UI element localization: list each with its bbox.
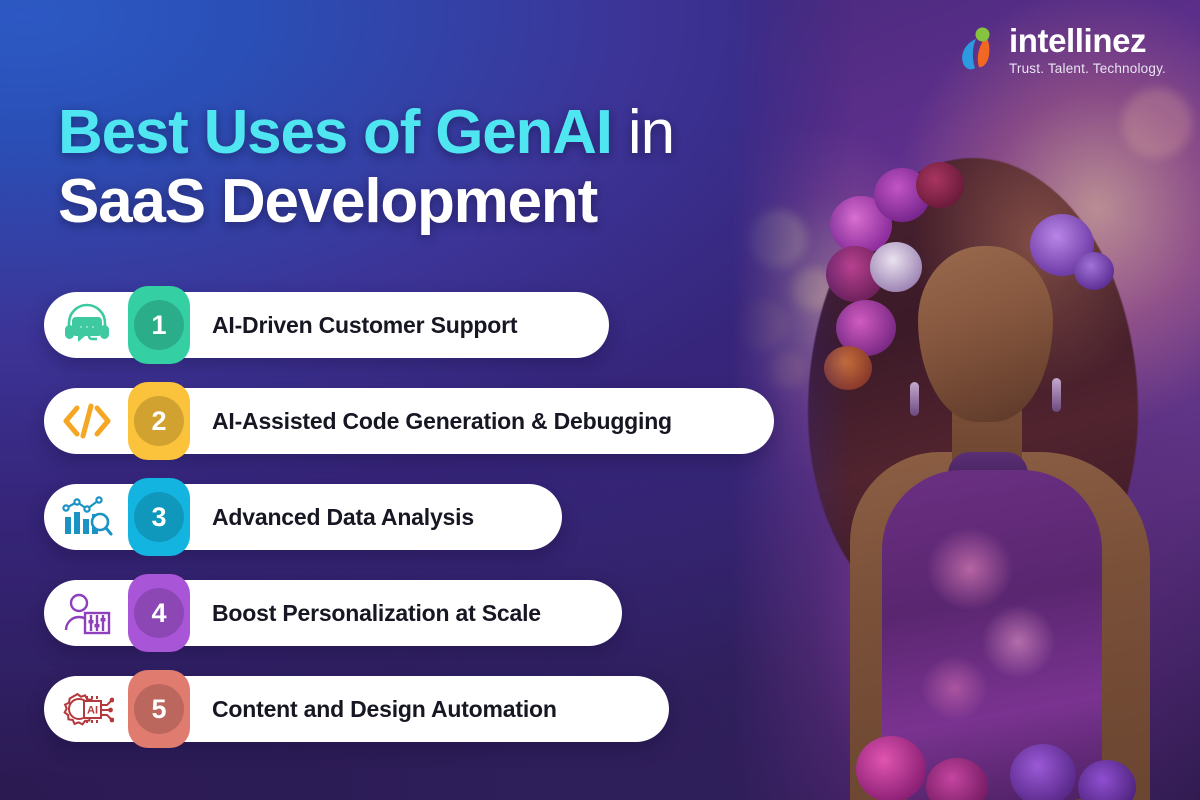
- list-item-label: Content and Design Automation: [212, 695, 557, 722]
- item-number: 4: [151, 597, 167, 628]
- title-highlight: Best Uses of GenAI: [58, 98, 613, 167]
- list-item-label: Advanced Data Analysis: [212, 503, 474, 530]
- person-sliders-icon: [44, 591, 130, 635]
- title-line-2: SaaS Development: [58, 167, 598, 237]
- bokeh-light: [1122, 88, 1192, 158]
- logo-wordmark: intellinez: [1008, 22, 1147, 59]
- title-connector: in: [627, 98, 675, 167]
- item-badge: 5: [128, 670, 190, 748]
- list-item[interactable]: 3 Advanced Data Analysis: [44, 478, 774, 556]
- infographic-poster: intellinez Trust. Talent. Technology. Be…: [0, 0, 1200, 800]
- ai-gear-circuit-icon: AI: [44, 686, 130, 732]
- rose: [1010, 744, 1076, 800]
- rose: [1074, 252, 1114, 290]
- earring: [1052, 378, 1061, 412]
- list-item[interactable]: 2 AI-Assisted Code Generation & Debuggin…: [44, 382, 774, 460]
- bar-chart-magnifier-icon: [44, 495, 130, 539]
- intellinez-mark-icon: [956, 27, 1000, 73]
- code-brackets-icon: [44, 400, 130, 442]
- list-item[interactable]: 1 AI-Driven Customer Support: [44, 286, 774, 364]
- item-number: 1: [151, 309, 167, 340]
- item-number: 2: [151, 405, 167, 436]
- rose: [870, 242, 922, 292]
- logo-tagline: Trust. Talent. Technology.: [1008, 61, 1166, 76]
- rose: [856, 736, 926, 800]
- list-item-label: Boost Personalization at Scale: [212, 599, 541, 626]
- rose: [824, 346, 872, 390]
- title-line-1: Best Uses of GenAI in: [58, 98, 848, 167]
- item-badge: 2: [128, 382, 190, 460]
- list-item-label: AI-Driven Customer Support: [212, 311, 518, 338]
- item-number: 5: [151, 693, 167, 724]
- item-badge: 3: [128, 478, 190, 556]
- use-case-list: 1 AI-Driven Customer Support 2 AI-Assist…: [44, 286, 774, 748]
- item-badge: 1: [128, 286, 190, 364]
- list-item[interactable]: AI 5 Content and Design Automation: [44, 670, 774, 748]
- list-item[interactable]: 4 Boost Personalization at Scale: [44, 574, 774, 652]
- page-title: Best Uses of GenAI in SaaS Development: [58, 98, 848, 237]
- earring: [910, 382, 919, 416]
- bokeh-light: [770, 352, 806, 388]
- face: [918, 246, 1053, 422]
- headset-chat-icon: [44, 302, 130, 348]
- rose: [916, 162, 964, 208]
- item-badge: 4: [128, 574, 190, 652]
- brand-logo[interactable]: intellinez Trust. Talent. Technology.: [956, 24, 1166, 76]
- list-item-label: AI-Assisted Code Generation & Debugging: [212, 407, 672, 434]
- item-number: 3: [151, 501, 167, 532]
- svg-text:AI: AI: [87, 705, 98, 717]
